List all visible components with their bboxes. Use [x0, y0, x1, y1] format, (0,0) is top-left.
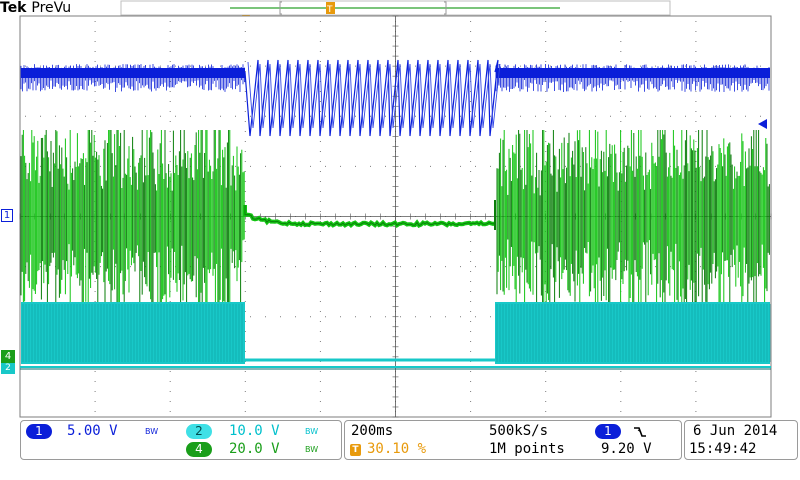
ch1-bw-limit: BW: [145, 427, 159, 436]
date-label: 6 Jun 2014: [693, 423, 778, 439]
date-time-panel: 6 Jun 2014 15:49:42: [684, 420, 798, 460]
ch4-marker-label: 4: [4, 351, 12, 362]
time-label: 15:49:42: [689, 441, 757, 457]
ch1-ground-marker[interactable]: 1: [1, 209, 13, 222]
falling-edge-icon: [634, 427, 646, 437]
trigger-source-number: 1: [604, 424, 612, 438]
ch4-scale: 20.0 V: [229, 441, 280, 457]
ch4-bw-limit: BW: [305, 445, 319, 454]
record-length: 1M points: [489, 441, 565, 457]
ch1-badge[interactable]: 1: [26, 424, 52, 439]
ch2-ground-marker[interactable]: 2: [1, 363, 15, 374]
ch4-ground-marker[interactable]: 4: [1, 350, 15, 363]
ch1-badge-number: 1: [35, 424, 43, 438]
trigger-position-icon: T: [350, 444, 361, 456]
trigger-level: 9.20 V: [601, 441, 652, 457]
trigger-position-percent: 30.10 %: [367, 441, 427, 457]
ch2-scale: 10.0 V: [229, 423, 280, 439]
ch1-marker-label: 1: [3, 210, 11, 221]
ch2-badge[interactable]: 2: [186, 424, 212, 439]
horizontal-trigger-panel[interactable]: 200ms 500kS/s T 30.10 % 1M points 1 9.20…: [344, 420, 682, 460]
ch4-badge-number: 4: [195, 442, 203, 456]
ch4-badge[interactable]: 4: [186, 442, 212, 457]
ch2-badge-number: 2: [195, 424, 203, 438]
vertical-settings-panel[interactable]: 1 5.00 V BW 2 10.0 V BW 4 20.0 V BW: [20, 420, 342, 460]
trigger-level-arrow[interactable]: [758, 118, 770, 130]
ch2-bw-limit: BW: [305, 427, 319, 436]
sample-rate: 500kS/s: [489, 423, 549, 439]
timebase-scale: 200ms: [351, 423, 394, 439]
ch2-marker-label: 2: [5, 363, 11, 373]
trigger-source-badge[interactable]: 1: [595, 424, 621, 439]
oscilloscope-screen: Tek PreVu T T 1 4 2 1 5.00 V BW: [0, 0, 800, 480]
waveform-graticule[interactable]: [0, 0, 800, 420]
ch1-scale: 5.00 V: [67, 423, 118, 439]
